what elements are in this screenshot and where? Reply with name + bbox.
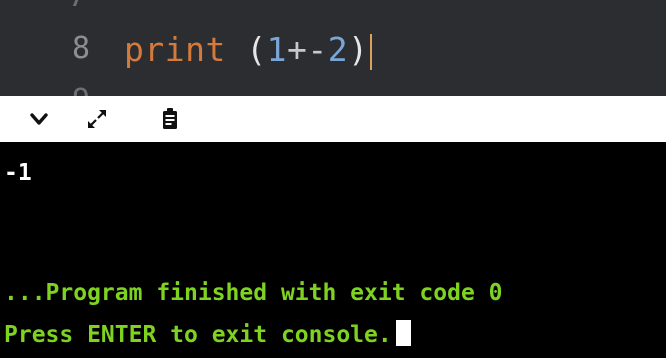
- console-cursor: [395, 320, 411, 346]
- expand-icon[interactable]: [84, 106, 110, 132]
- text-caret: [370, 33, 373, 70]
- chevron-down-icon[interactable]: [26, 106, 52, 132]
- program-output: -1: [4, 160, 32, 186]
- clipboard-icon[interactable]: [157, 106, 183, 132]
- line-number-prev: 7: [68, 0, 86, 12]
- line-number-next: 9: [72, 86, 90, 97]
- exit-message: ...Program finished with exit code 0: [4, 280, 503, 306]
- code-number-b: 2: [327, 30, 349, 69]
- code-close-paren: ): [348, 30, 369, 69]
- code-minus: -: [307, 30, 328, 69]
- console-output[interactable]: -1 ...Program finished with exit code 0 …: [0, 142, 666, 358]
- code-number-a: 1: [266, 30, 287, 69]
- code-editor[interactable]: 7 8 9 print (1+-2): [0, 0, 666, 96]
- console-toolbar: [0, 96, 666, 143]
- press-enter-message: Press ENTER to exit console.: [4, 322, 392, 348]
- code-open-paren: (: [246, 30, 267, 69]
- code-plus: +: [286, 30, 308, 69]
- line-gutter: 7 8 9: [0, 0, 118, 96]
- code-keyword: print: [124, 30, 226, 69]
- code-line[interactable]: print (1+-2): [124, 30, 373, 70]
- line-number-current: 8: [72, 31, 91, 66]
- press-enter-line: Press ENTER to exit console.: [4, 320, 411, 348]
